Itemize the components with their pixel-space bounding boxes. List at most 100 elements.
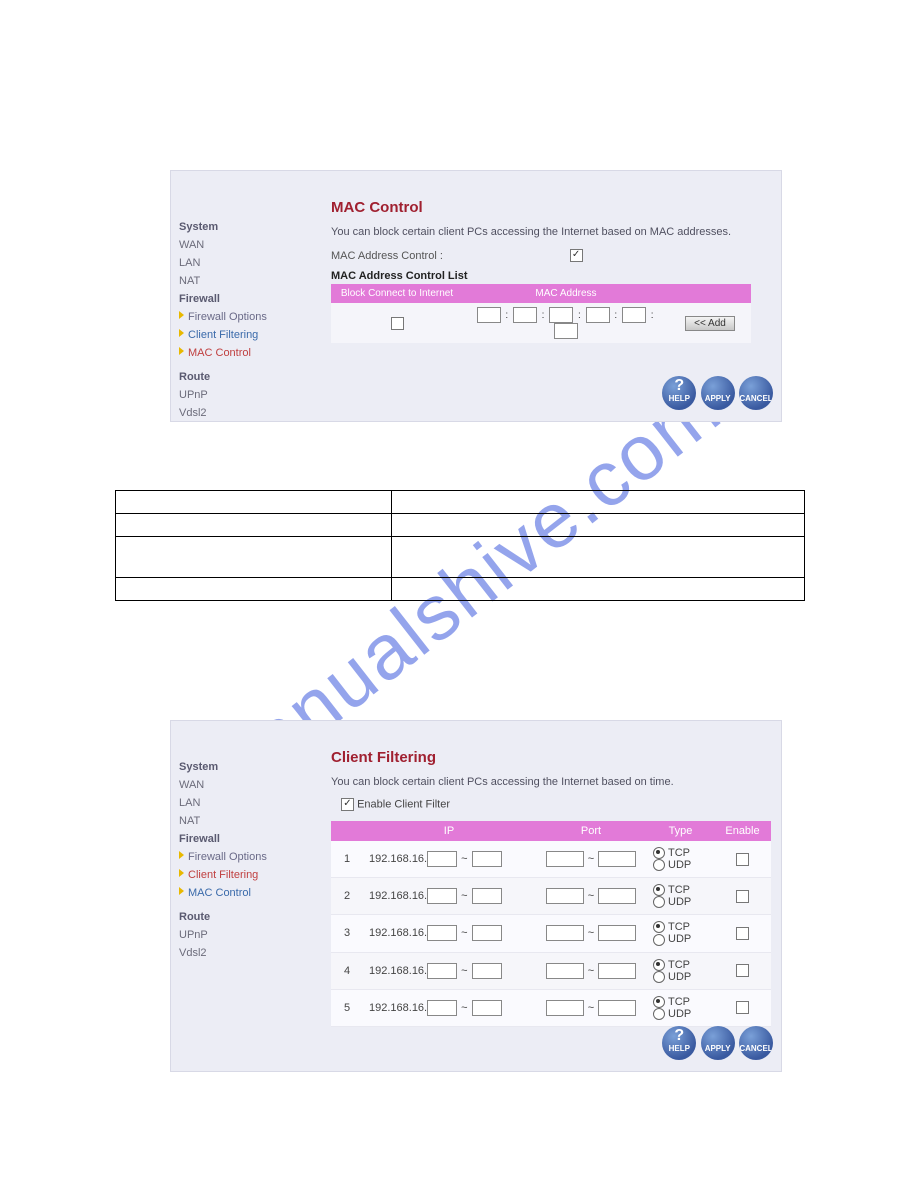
udp-label: UDP xyxy=(668,1008,691,1020)
mac-enable-label: MAC Address Control : xyxy=(331,250,443,262)
ip-from-input[interactable] xyxy=(427,851,457,867)
nav-upnp[interactable]: UPnP xyxy=(179,927,309,943)
nav-firewall-options-label: Firewall Options xyxy=(188,311,267,323)
action-buttons: ?HELP APPLY CANCEL xyxy=(661,376,773,413)
cf-col-ip: IP xyxy=(363,821,535,841)
nav-route[interactable]: Route xyxy=(179,369,309,385)
enable-client-filter-label: Enable Client Filter xyxy=(357,798,450,810)
row-enable-checkbox[interactable] xyxy=(736,890,749,903)
mac-enable-checkbox[interactable] xyxy=(570,249,583,262)
mac-octet-input[interactable] xyxy=(549,307,573,323)
mac-add-button[interactable]: << Add xyxy=(685,316,735,331)
port-from-input[interactable] xyxy=(546,851,584,867)
nav-mac-control-label: MAC Control xyxy=(188,347,251,359)
cf-row-index: 2 xyxy=(331,878,363,915)
udp-radio[interactable] xyxy=(653,971,665,983)
cf-col-port: Port xyxy=(535,821,647,841)
tcp-radio[interactable] xyxy=(653,884,665,896)
nav-nat[interactable]: NAT xyxy=(179,273,309,289)
nav-firewall-options-label: Firewall Options xyxy=(188,851,267,863)
port-to-input[interactable] xyxy=(598,963,636,979)
ip-prefix: 192.168.16. xyxy=(369,890,427,902)
port-from-input[interactable] xyxy=(546,1000,584,1016)
tcp-radio[interactable] xyxy=(653,959,665,971)
row-enable-checkbox[interactable] xyxy=(736,927,749,940)
row-enable-checkbox[interactable] xyxy=(736,1001,749,1014)
row-enable-checkbox[interactable] xyxy=(736,964,749,977)
nav-firewall[interactable]: Firewall xyxy=(179,831,309,847)
chevron-right-icon xyxy=(179,851,184,859)
help-button[interactable]: ?HELP xyxy=(662,376,696,410)
ip-to-input[interactable] xyxy=(472,925,502,941)
nav-nat[interactable]: NAT xyxy=(179,813,309,829)
mac-desc: You can block certain client PCs accessi… xyxy=(331,226,771,238)
row-enable-checkbox[interactable] xyxy=(736,853,749,866)
nav-system[interactable]: System xyxy=(179,219,309,235)
mac-row-block-checkbox[interactable] xyxy=(391,317,404,330)
ip-from-input[interactable] xyxy=(427,925,457,941)
nav-lan[interactable]: LAN xyxy=(179,255,309,271)
udp-radio[interactable] xyxy=(653,896,665,908)
page: manualshive.com System WAN LAN NAT Firew… xyxy=(0,0,918,1188)
mac-col-block: Block Connect to Internet xyxy=(331,284,463,303)
nav-system[interactable]: System xyxy=(179,759,309,775)
cf-row-index: 5 xyxy=(331,989,363,1026)
nav-client-filtering[interactable]: Client Filtering xyxy=(179,867,309,883)
tcp-radio[interactable] xyxy=(653,847,665,859)
tcp-radio[interactable] xyxy=(653,921,665,933)
udp-radio[interactable] xyxy=(653,1008,665,1020)
nav-mac-control[interactable]: MAC Control xyxy=(179,885,309,901)
ip-to-input[interactable] xyxy=(472,963,502,979)
mac-octet-input[interactable] xyxy=(477,307,501,323)
nav-vdsl2[interactable]: Vdsl2 xyxy=(179,945,309,961)
port-to-input[interactable] xyxy=(598,925,636,941)
apply-button[interactable]: APPLY xyxy=(701,1026,735,1060)
nav-upnp[interactable]: UPnP xyxy=(179,387,309,403)
chevron-right-icon xyxy=(179,347,184,355)
apply-button[interactable]: APPLY xyxy=(701,376,735,410)
port-from-input[interactable] xyxy=(546,925,584,941)
port-to-input[interactable] xyxy=(598,1000,636,1016)
ip-from-input[interactable] xyxy=(427,1000,457,1016)
mac-octet-input[interactable] xyxy=(586,307,610,323)
ip-to-input[interactable] xyxy=(472,888,502,904)
nav-wan[interactable]: WAN xyxy=(179,237,309,253)
nav-lan[interactable]: LAN xyxy=(179,795,309,811)
ip-to-input[interactable] xyxy=(472,1000,502,1016)
tcp-radio[interactable] xyxy=(653,996,665,1008)
tcp-label: TCP xyxy=(668,959,690,971)
udp-radio[interactable] xyxy=(653,934,665,946)
ip-from-input[interactable] xyxy=(427,963,457,979)
udp-radio[interactable] xyxy=(653,859,665,871)
nav-firewall[interactable]: Firewall xyxy=(179,291,309,307)
port-from-input[interactable] xyxy=(546,888,584,904)
chevron-right-icon xyxy=(179,887,184,895)
action-buttons: ?HELP APPLY CANCEL xyxy=(661,1026,773,1063)
ip-from-input[interactable] xyxy=(427,888,457,904)
nav-firewall-options[interactable]: Firewall Options xyxy=(179,849,309,865)
cf-col-type: Type xyxy=(647,821,714,841)
nav-route[interactable]: Route xyxy=(179,909,309,925)
help-button[interactable]: ?HELP xyxy=(662,1026,696,1060)
port-from-input[interactable] xyxy=(546,963,584,979)
nav-client-filtering[interactable]: Client Filtering xyxy=(179,327,309,343)
nav-mac-control[interactable]: MAC Control xyxy=(179,345,309,361)
ip-prefix: 192.168.16. xyxy=(369,853,427,865)
nav-vdsl2[interactable]: Vdsl2 xyxy=(179,405,309,421)
cancel-label: CANCEL xyxy=(739,394,772,403)
mac-octet-input[interactable] xyxy=(554,323,578,339)
mac-table: Block Connect to Internet MAC Address : … xyxy=(331,284,751,343)
nav-firewall-options[interactable]: Firewall Options xyxy=(179,309,309,325)
screenshot-client-filtering: System WAN LAN NAT Firewall Firewall Opt… xyxy=(170,720,782,1072)
cancel-button[interactable]: CANCEL xyxy=(739,376,773,410)
enable-client-filter-checkbox[interactable] xyxy=(341,798,354,811)
cancel-button[interactable]: CANCEL xyxy=(739,1026,773,1060)
mac-row-inputs: : : : : : xyxy=(463,303,669,343)
port-to-input[interactable] xyxy=(598,851,636,867)
ip-to-input[interactable] xyxy=(472,851,502,867)
ip-prefix: 192.168.16. xyxy=(369,965,427,977)
port-to-input[interactable] xyxy=(598,888,636,904)
mac-octet-input[interactable] xyxy=(622,307,646,323)
nav-wan[interactable]: WAN xyxy=(179,777,309,793)
mac-octet-input[interactable] xyxy=(513,307,537,323)
